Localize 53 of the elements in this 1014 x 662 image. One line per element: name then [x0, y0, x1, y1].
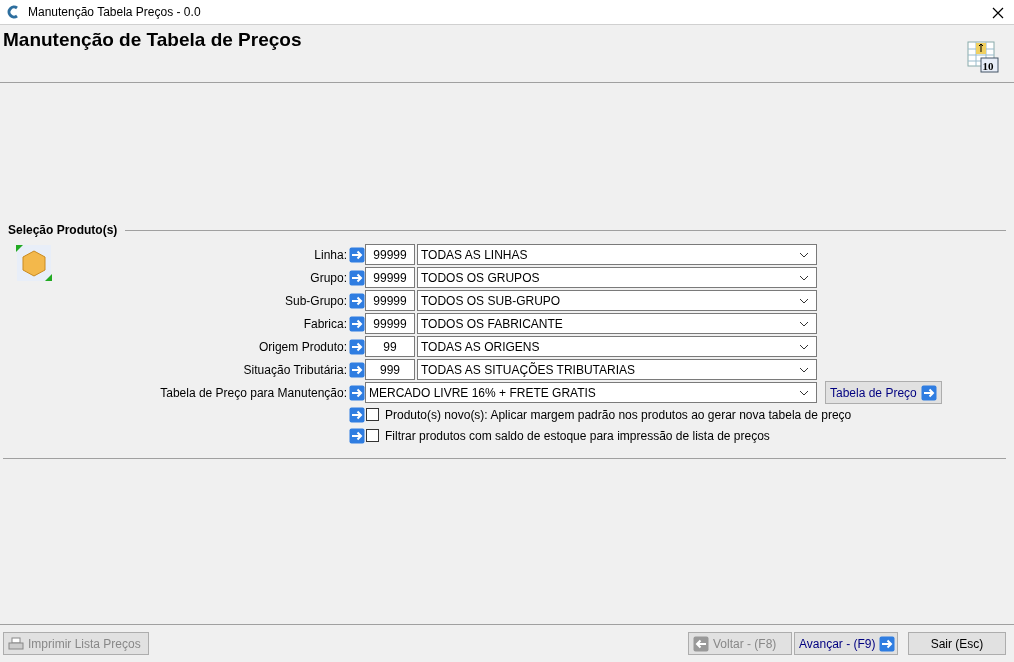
code-field[interactable]: 99999 — [365, 267, 415, 288]
section-title: Seleção Produto(s) — [8, 222, 118, 239]
checkbox[interactable] — [366, 429, 379, 442]
field-label: Origem Produto: — [257, 338, 348, 356]
chevron-down-icon — [799, 251, 809, 258]
arrow-button-icon[interactable] — [349, 269, 365, 286]
chevron-down-icon — [799, 297, 809, 304]
dropdown[interactable]: TODOS OS FABRICANTE — [417, 313, 817, 334]
checkbox-label: Filtrar produtos com saldo de estoque para impressão de lista de preços — [385, 427, 770, 445]
arrow-button-icon[interactable] — [349, 246, 365, 263]
dropdown[interactable]: TODOS OS SUB-GRUPO — [417, 290, 817, 311]
chevron-down-icon — [799, 389, 809, 396]
arrow-button-icon[interactable] — [349, 427, 365, 444]
next-button[interactable]: Avançar - (F9) — [794, 632, 898, 655]
checkbox-label: Produto(s) novo(s): Aplicar margem padrão nos produtos ao gerar nova tabela de preço — [385, 406, 852, 424]
dropdown[interactable]: TODOS OS GRUPOS — [417, 267, 817, 288]
exit-button[interactable]: Sair (Esc) — [908, 632, 1006, 655]
code-field[interactable]: 999 — [365, 359, 415, 380]
arrow-button-icon[interactable] — [349, 384, 365, 401]
price-table-button[interactable]: Tabela de Preço — [825, 381, 942, 404]
arrow-button-icon[interactable] — [349, 315, 365, 332]
page-title: Manutenção de Tabela de Preços — [3, 29, 302, 52]
icon-number: 10 — [982, 60, 994, 72]
field-label: Situação Tributária: — [242, 361, 348, 379]
arrow-button-icon[interactable] — [349, 406, 365, 423]
code-field[interactable]: 99999 — [365, 313, 415, 334]
field-label: Fabrica: — [302, 315, 348, 333]
field-label: Sub-Grupo: — [283, 292, 348, 310]
field-label: Linha: — [313, 246, 348, 264]
box-icon — [14, 243, 54, 283]
dropdown[interactable]: TODAS AS SITUAÇÕES TRIBUTARIAS — [417, 359, 817, 380]
dropdown[interactable]: MERCADO LIVRE 16% + FRETE GRATIS — [365, 382, 817, 403]
arrow-button-icon[interactable] — [349, 292, 365, 309]
chevron-down-icon — [799, 320, 809, 327]
code-field[interactable]: 99999 — [365, 290, 415, 311]
code-field[interactable]: 99 — [365, 336, 415, 357]
dropdown[interactable]: TODAS AS ORIGENS — [417, 336, 817, 357]
arrow-button-icon[interactable] — [349, 361, 365, 378]
printer-icon — [8, 636, 24, 651]
checkbox[interactable] — [366, 408, 379, 421]
arrow-right-icon — [920, 384, 937, 401]
field-label: Grupo: — [309, 269, 348, 287]
dropdown[interactable]: TODAS AS LINHAS — [417, 244, 817, 265]
chevron-down-icon — [799, 366, 809, 373]
arrow-right-icon — [879, 635, 896, 652]
app-logo-icon — [6, 5, 20, 19]
chevron-down-icon — [799, 343, 809, 350]
chevron-down-icon — [799, 274, 809, 281]
arrow-left-icon — [693, 635, 709, 652]
field-label: Tabela de Preço para Manutenção: — [159, 384, 348, 402]
arrow-button-icon[interactable] — [349, 338, 365, 355]
code-field[interactable]: 99999 — [365, 244, 415, 265]
window-title: Manutenção Tabela Preços - 0.0 — [28, 4, 201, 21]
